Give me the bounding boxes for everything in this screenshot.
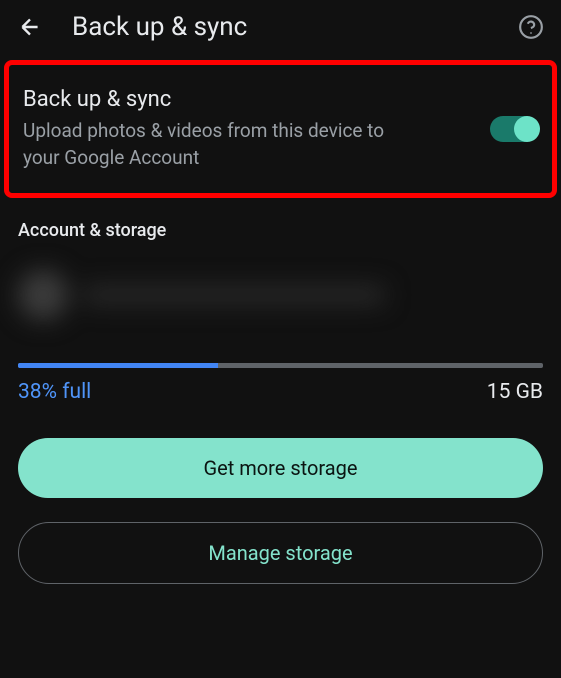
toggle-info: Back up & sync Upload photos & videos fr… [23, 87, 478, 171]
backup-sync-toggle-row[interactable]: Back up & sync Upload photos & videos fr… [4, 60, 557, 198]
section-label: Account & storage [0, 212, 561, 259]
toggle-title: Back up & sync [23, 87, 478, 112]
toggle-description: Upload photos & videos from this device … [23, 118, 423, 171]
storage-percent: 38% full [18, 380, 91, 404]
storage-total: 15 GB [487, 380, 543, 404]
toggle-thumb [514, 116, 540, 142]
manage-storage-button[interactable]: Manage storage [18, 522, 543, 584]
backup-sync-toggle[interactable] [490, 116, 538, 142]
page-title: Back up & sync [72, 12, 489, 42]
header: Back up & sync [0, 0, 561, 54]
account-row[interactable] [18, 259, 543, 331]
avatar [18, 270, 68, 320]
help-icon[interactable] [517, 13, 545, 41]
storage-info-row: 38% full 15 GB [0, 368, 561, 430]
get-more-storage-button[interactable]: Get more storage [18, 438, 543, 498]
account-email [84, 286, 384, 304]
back-arrow-icon[interactable] [16, 13, 44, 41]
